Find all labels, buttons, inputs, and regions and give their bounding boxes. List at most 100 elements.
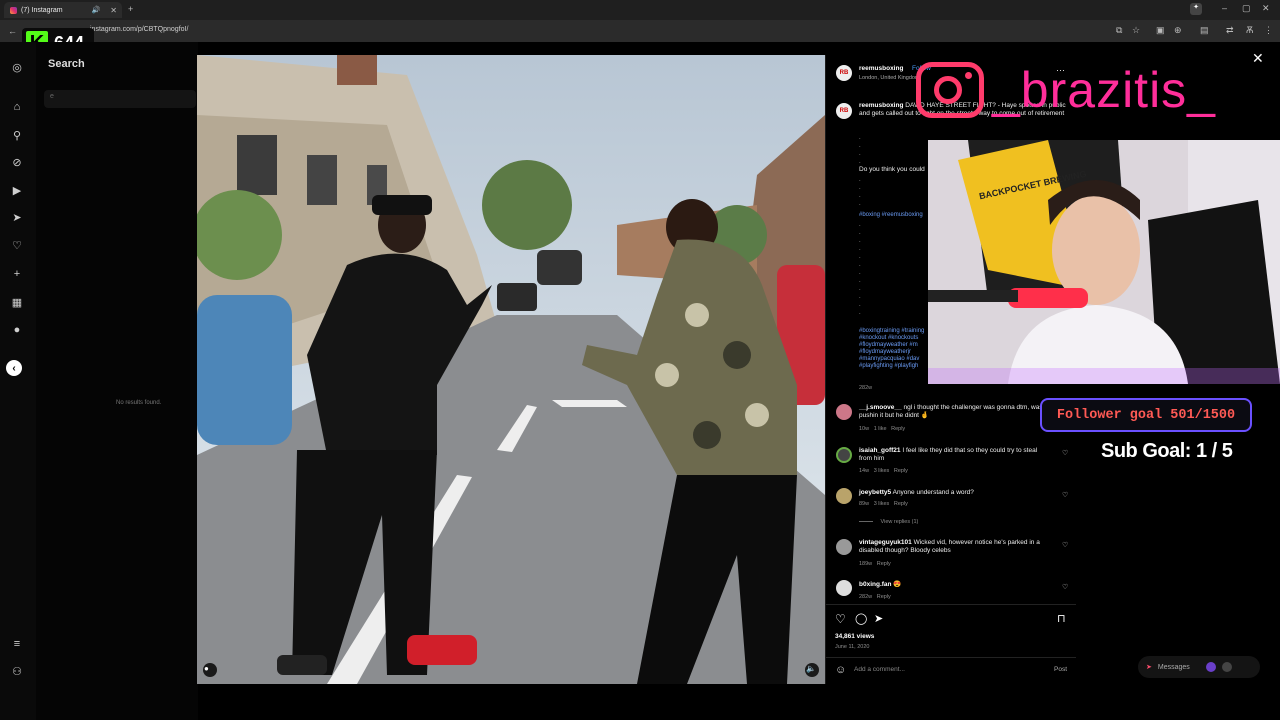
notifications-icon[interactable]: ♡ <box>10 238 24 252</box>
search-input[interactable]: e <box>44 90 196 108</box>
author-avatar[interactable]: RB <box>836 65 852 81</box>
puzzle-icon[interactable]: ⊕ <box>1174 25 1182 36</box>
close-tab-icon[interactable]: ✕ <box>110 6 117 15</box>
save-icon[interactable]: ⊓ <box>1057 612 1066 625</box>
comment-reply[interactable]: Reply <box>894 468 908 474</box>
maximize-icon[interactable]: ▢ <box>1242 3 1251 14</box>
sub-goal-text: Sub Goal: 1 / 5 <box>1101 440 1233 462</box>
hashtag-row[interactable]: #boxingtraining #training <box>859 328 924 335</box>
share-icon[interactable]: ➤ <box>874 612 883 625</box>
author-username[interactable]: reemusboxing <box>859 65 903 72</box>
view-replies-link[interactable]: View replies (1) <box>859 519 918 525</box>
search-title: Search <box>48 58 85 70</box>
profile-icon[interactable]: Ѫ <box>1246 25 1253 35</box>
caption-username[interactable]: reemusboxing <box>859 102 903 109</box>
comment-text: isaiah_goff21 I feel like they did that … <box>859 447 1051 463</box>
dashboard-icon[interactable]: ▦ <box>10 295 24 309</box>
comment-likes[interactable]: 3 likes <box>874 501 890 507</box>
no-results-text: No results found. <box>116 400 162 406</box>
search-icon[interactable]: ⚲ <box>10 128 24 142</box>
close-icon[interactable]: ✕ <box>1252 50 1264 67</box>
post-video[interactable]: ● 🔈 <box>197 55 825 684</box>
new-tab-icon[interactable]: + <box>128 4 133 14</box>
comment-username[interactable]: isaiah_goff21 <box>859 447 901 454</box>
comment-likes[interactable]: 3 likes <box>874 468 890 474</box>
comment-text: vintageguyuk101 Wicked vid, however noti… <box>859 539 1054 555</box>
post-location[interactable]: London, United Kingdom <box>859 75 920 81</box>
comment-meta: 89w 3 likes Reply <box>859 501 908 507</box>
home-icon[interactable]: ⌂ <box>10 100 24 114</box>
tagged-users-icon[interactable]: ● <box>204 664 209 673</box>
messenger-icon: ➤ <box>1146 664 1152 671</box>
comment-text: b0xing.fan 😍 <box>859 581 1049 589</box>
cast-icon[interactable]: ⧉ <box>1116 25 1122 36</box>
like-comment-icon[interactable]: ♡ <box>1062 583 1068 591</box>
comment-username[interactable]: b0xing.fan <box>859 581 892 588</box>
comment-reply[interactable]: Reply <box>877 561 891 567</box>
comment-avatar[interactable] <box>836 580 852 596</box>
messages-drawer[interactable]: ➤ Messages <box>1138 656 1260 678</box>
more-menu-icon[interactable]: ≡ <box>10 637 24 651</box>
comment-reply[interactable]: Reply <box>877 594 891 600</box>
browser-tab[interactable]: (7) Instagram 🔊 ✕ <box>4 2 122 18</box>
messages-label: Messages <box>1157 663 1190 671</box>
extension-icon[interactable]: ▣ <box>1156 25 1165 36</box>
post-comment-button[interactable]: Post <box>1054 666 1067 673</box>
hashtag-row[interactable]: #floydmayweather #m <box>859 342 924 349</box>
address-bar-row: ← instagram.com/p/CBTQpnogfoI/ ⧉ ☆ ▣ ⊕ ▤… <box>0 20 1280 42</box>
caption-avatar[interactable]: RB <box>836 103 852 119</box>
follower-goal-widget: Follower goal 501/1500 <box>1040 398 1252 432</box>
comment-username[interactable]: __j.smoove__ <box>859 404 902 411</box>
mute-icon[interactable]: 🔈 <box>806 664 816 673</box>
menu-dots-icon[interactable]: ⋮ <box>1264 25 1273 36</box>
hashtag-row[interactable]: #playfighting #playfigh <box>859 363 924 370</box>
hashtag-row[interactable]: #knockout #knockouts <box>859 335 924 342</box>
avatar <box>1205 662 1216 672</box>
view-replies-text[interactable]: View replies (1) <box>881 519 919 525</box>
comment-avatar[interactable] <box>836 539 852 555</box>
sidepanel-icon[interactable]: ▤ <box>1200 25 1209 36</box>
translate-icon[interactable]: ⇄ <box>1226 25 1234 36</box>
like-comment-icon[interactable]: ♡ <box>1062 449 1068 457</box>
minimize-icon[interactable]: – <box>1222 3 1227 13</box>
comment-reply[interactable]: Reply <box>894 501 908 507</box>
comment-divider <box>826 657 1076 658</box>
comment-icon[interactable]: ◯ <box>855 612 867 625</box>
comment-username[interactable]: vintageguyuk101 <box>859 539 912 546</box>
comment-avatar[interactable] <box>836 447 852 463</box>
views-count[interactable]: 34,861 views <box>835 633 874 640</box>
instagram-logo-icon[interactable]: ◎ <box>10 60 24 74</box>
add-comment-input[interactable]: Add a comment... <box>854 666 905 673</box>
extensions-icon[interactable]: ✦ <box>1190 3 1202 15</box>
comment-meta: 189w Reply <box>859 561 891 567</box>
instagram-left-rail: ◎ ⌂ ⚲ ⊘ ▶ ➤ ♡ + ▦ ● ‹ ≡ ⚇ <box>0 42 36 720</box>
collapse-panel-icon[interactable]: ‹ <box>6 360 22 376</box>
create-icon[interactable]: + <box>10 267 24 281</box>
audio-icon[interactable]: 🔊 <box>92 6 101 14</box>
like-icon[interactable]: ♡ <box>835 612 846 626</box>
like-comment-icon[interactable]: ♡ <box>1062 491 1068 499</box>
close-window-icon[interactable]: ✕ <box>1262 3 1270 14</box>
messenger-icon[interactable]: ➤ <box>10 210 24 224</box>
reels-icon[interactable]: ▶ <box>10 183 24 197</box>
threads-icon[interactable]: ⚇ <box>10 664 24 678</box>
url-field[interactable]: instagram.com/p/CBTQpnogfoI/ <box>90 26 188 33</box>
hashtag-row[interactable]: #floydmayweatherjr <box>859 349 924 356</box>
action-bar <box>826 604 1076 605</box>
comment-avatar[interactable] <box>836 488 852 504</box>
caption-question: Do you think you could <box>859 166 925 173</box>
comment-reply[interactable]: Reply <box>891 426 905 432</box>
like-comment-icon[interactable]: ♡ <box>1062 541 1068 549</box>
comment-avatar[interactable] <box>836 404 852 420</box>
tab-title: (7) Instagram <box>21 6 63 14</box>
streamer-handle: _brazitis_ <box>992 62 1216 118</box>
emoji-icon[interactable]: ☺ <box>835 664 846 676</box>
comment-likes[interactable]: 1 like <box>874 426 887 432</box>
hashtags-line-1[interactable]: #boxing #reemusboxing <box>859 212 923 219</box>
comment-username[interactable]: joeybetty5 <box>859 489 891 496</box>
hashtag-row[interactable]: #mannypacquiao #dav <box>859 356 924 363</box>
back-icon[interactable]: ← <box>8 26 17 36</box>
explore-icon[interactable]: ⊘ <box>10 155 24 169</box>
profile-avatar-icon[interactable]: ● <box>10 323 24 337</box>
bookmark-star-icon[interactable]: ☆ <box>1132 25 1140 36</box>
